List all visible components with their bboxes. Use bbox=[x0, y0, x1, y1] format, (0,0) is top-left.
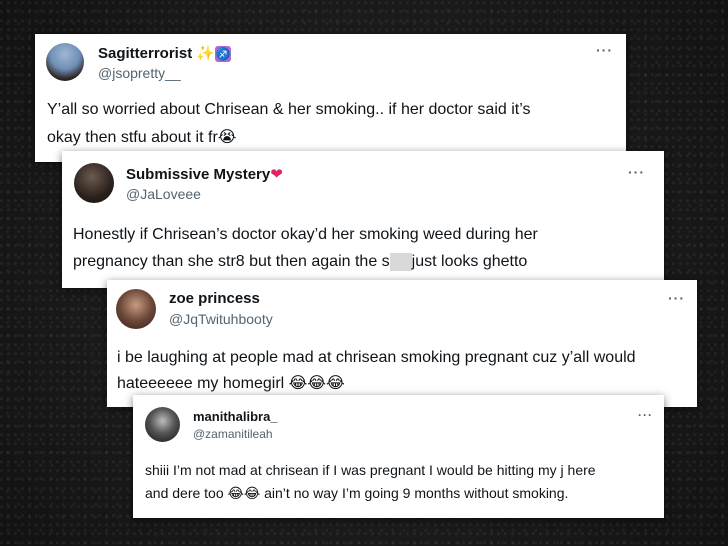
tweet-card[interactable]: zoe princess @JqTwituhbooty ··· i be lau… bbox=[107, 280, 697, 407]
loudly-crying-emoji: 😭 bbox=[217, 127, 237, 146]
tweet-text-line: i be laughing at people mad at chrisean … bbox=[117, 349, 636, 366]
tweet-text-line: Y’all so worried about Chrisean & her sm… bbox=[47, 101, 531, 118]
tweet-text-line: hateeeeee my homegirl 😂😂😂 bbox=[117, 373, 345, 392]
display-name[interactable]: Submissive Mystery❤ bbox=[126, 165, 283, 183]
more-options-icon[interactable]: ··· bbox=[628, 164, 645, 180]
avatar[interactable] bbox=[145, 407, 180, 442]
tweet-text-line: okay then stfu about it fr😭 bbox=[47, 127, 237, 146]
user-handle[interactable]: @zamanitileah bbox=[193, 427, 273, 441]
display-name[interactable]: manithalibra_ bbox=[193, 409, 278, 424]
tweet-card[interactable]: manithalibra_ @zamanitileah ··· shiii I’… bbox=[133, 395, 664, 518]
sparkles-icon: ✨ bbox=[196, 44, 216, 62]
avatar[interactable] bbox=[46, 43, 84, 81]
avatar[interactable] bbox=[74, 163, 114, 203]
tweet-text-line: pregnancy than she str8 but then again t… bbox=[73, 253, 528, 271]
laughing-emoji: 😂😂😂 bbox=[288, 373, 345, 392]
tweet-text-line: shiii I’m not mad at chrisean if I was p… bbox=[145, 462, 596, 478]
more-options-icon[interactable]: ··· bbox=[638, 408, 653, 422]
more-options-icon[interactable]: ··· bbox=[596, 42, 613, 58]
censor-block bbox=[389, 253, 412, 271]
red-heart-icon: ❤ bbox=[270, 165, 283, 183]
tweet-card[interactable]: Sagitterrorist ✨♐ @jsopretty__ ··· Y’all… bbox=[35, 34, 626, 162]
user-handle[interactable]: @JqTwituhbooty bbox=[169, 311, 273, 327]
more-options-icon[interactable]: ··· bbox=[668, 290, 685, 306]
laughing-emoji: 😂😂 bbox=[227, 486, 261, 502]
display-name[interactable]: zoe princess bbox=[169, 290, 260, 307]
display-name[interactable]: Sagitterrorist ✨♐ bbox=[98, 44, 232, 63]
sagittarius-icon: ♐ bbox=[215, 46, 232, 63]
user-handle[interactable]: @JaLoveee bbox=[126, 186, 201, 202]
tweet-text-line: and dere too 😂😂 ain’t no way I’m going 9… bbox=[145, 485, 569, 502]
tweet-card[interactable]: Submissive Mystery❤ @JaLoveee ··· Honest… bbox=[62, 151, 664, 288]
user-handle[interactable]: @jsopretty__ bbox=[98, 65, 181, 81]
avatar[interactable] bbox=[116, 289, 156, 329]
tweet-text-line: Honestly if Chrisean’s doctor okay’d her… bbox=[73, 226, 538, 243]
